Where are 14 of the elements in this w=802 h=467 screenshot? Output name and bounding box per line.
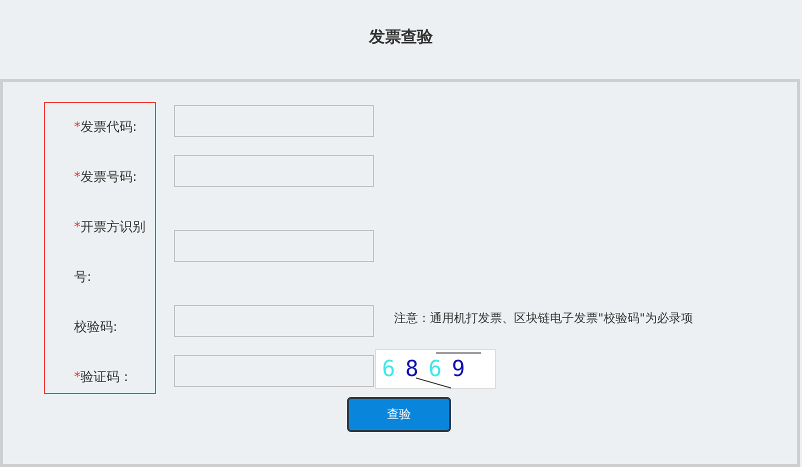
check-button[interactable]: 查验 bbox=[347, 397, 451, 432]
field-label: *发票号码: bbox=[74, 169, 138, 187]
input-field[interactable] bbox=[174, 355, 374, 387]
input-field[interactable] bbox=[174, 305, 374, 337]
field-label: *发票代码: bbox=[74, 119, 138, 137]
page-title: 发票查验 bbox=[369, 27, 433, 48]
note-text: 注意：通用机打发票、区块链电子发票"校验码"为必录项 bbox=[394, 312, 694, 324]
field-label: *验证码： bbox=[74, 369, 134, 387]
captcha-image[interactable]: 6 8 6 9 bbox=[375, 349, 496, 389]
input-field[interactable] bbox=[174, 105, 374, 137]
input-field[interactable] bbox=[174, 230, 374, 262]
field-label: *开票方识别号: bbox=[74, 219, 146, 287]
input-field[interactable] bbox=[174, 155, 374, 187]
field-label: 校验码: bbox=[74, 319, 118, 337]
